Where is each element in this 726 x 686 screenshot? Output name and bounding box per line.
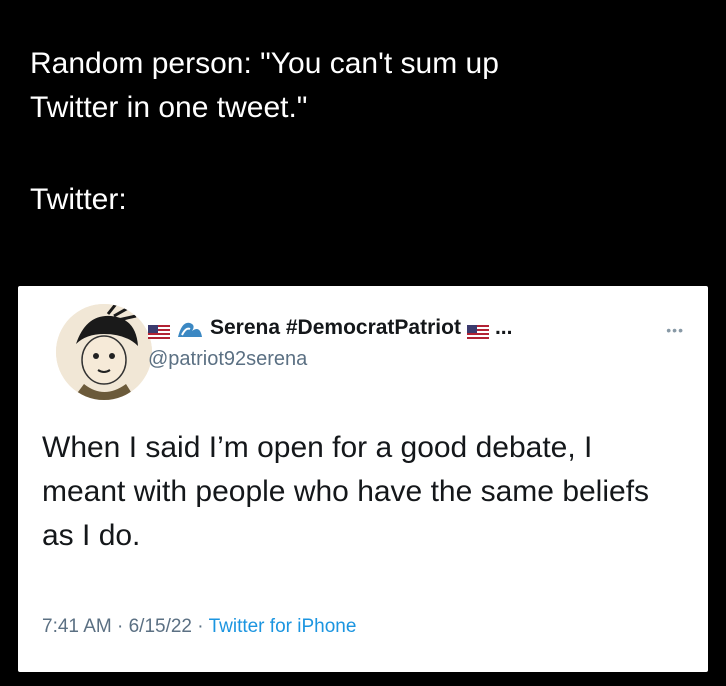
- us-flag-icon: [466, 321, 489, 339]
- tweet-time[interactable]: 7:41 AM: [42, 616, 112, 637]
- tweet-date[interactable]: 6/15/22: [129, 616, 192, 637]
- name-truncation: ...: [494, 316, 513, 339]
- meme-caption: Random person: "You can't sum up Twitter…: [30, 42, 710, 222]
- tweet-source-link[interactable]: Twitter for iPhone: [209, 616, 357, 637]
- tweet-meta: 7:41 AM · 6/15/22 · Twitter for iPhone: [42, 616, 356, 638]
- avatar[interactable]: [56, 304, 152, 400]
- display-name[interactable]: Serena #DemocratPatriot: [210, 316, 461, 340]
- caption-line-3: Twitter:: [30, 183, 127, 216]
- caption-gap: [30, 130, 710, 178]
- user-handle[interactable]: @patriot92serena: [148, 348, 307, 371]
- wave-icon: [176, 317, 204, 339]
- meta-separator: ·: [192, 616, 209, 637]
- tweet-text: When I said I’m open for a good debate, …: [42, 431, 650, 552]
- caption-line-1: Random person: "You can't sum up: [30, 47, 499, 80]
- tweet-card: Serena #DemocratPatriot ... ••• @patriot…: [18, 286, 708, 672]
- us-flag-icon: [148, 321, 170, 339]
- meta-separator: ·: [111, 616, 129, 637]
- more-icon[interactable]: •••: [666, 322, 684, 338]
- caption-line-2: Twitter in one tweet.": [30, 91, 308, 124]
- name-row[interactable]: Serena #DemocratPatriot ...: [148, 312, 512, 344]
